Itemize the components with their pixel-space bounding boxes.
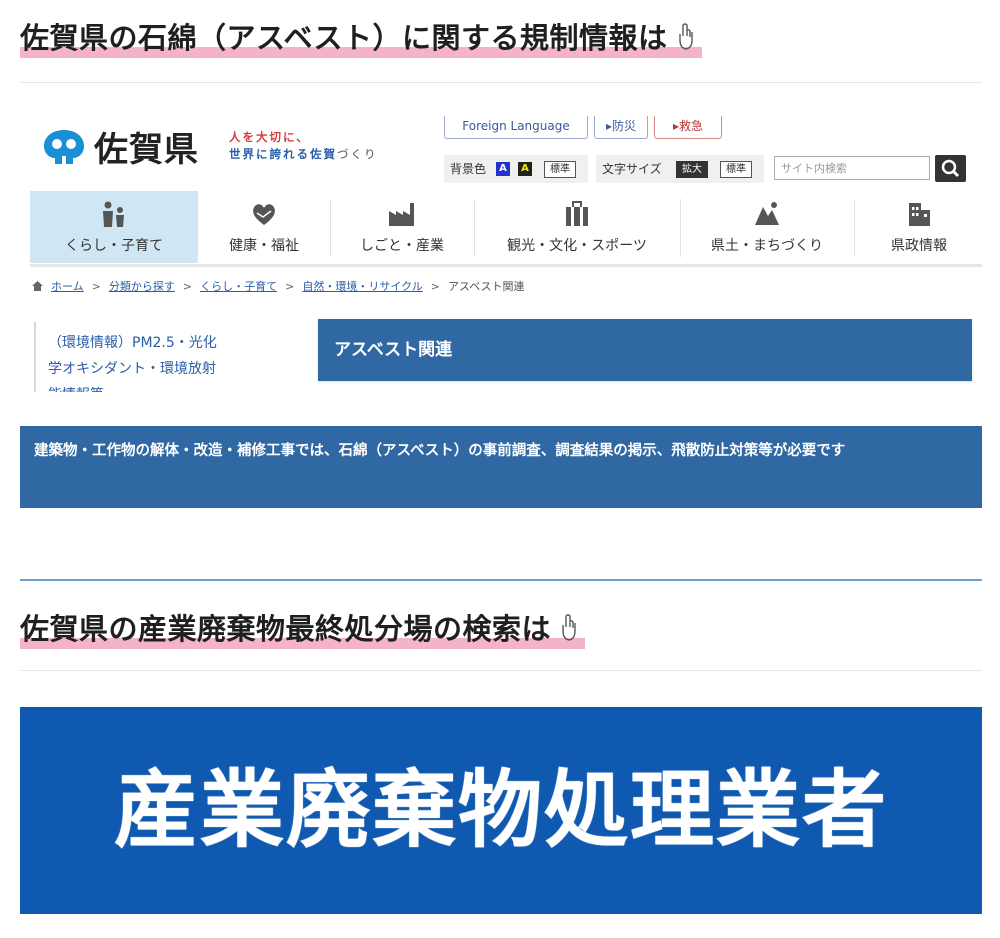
pointing-finger-icon [562,614,576,641]
search-button[interactable] [935,155,966,182]
pointing-finger-icon [678,23,693,50]
asbestos-notice[interactable]: 建築物・工作物の解体・改造・補修工事では、石綿（アスベスト）の事前調査、調査結果… [20,426,982,508]
emergency-link[interactable]: ▸救急 [654,116,722,139]
font-size-label: 文字サイズ [602,162,662,176]
nav-label: くらし・子育て [65,238,163,254]
breadcrumb-living[interactable]: くらし・子育て [200,280,277,293]
building-icon [909,203,930,226]
bg-color-blue-button[interactable]: A [496,162,510,176]
site-logo-text[interactable]: 佐賀県 [94,122,199,171]
asbestos-panel-title: アスベスト関連 [318,319,972,381]
disaster-prevention-link[interactable]: ▸防災 [594,116,648,139]
foreign-language-link[interactable]: Foreign Language [444,116,588,139]
nav-label: 県土・まちづくり [711,238,823,254]
bg-color-label: 背景色 [450,162,487,176]
family-icon [103,201,124,227]
section-divider [20,82,982,83]
sidebar-border [34,322,36,392]
nav-item-tourism[interactable]: 観光・文化・スポーツ [476,191,678,263]
section-divider-blue [20,579,982,581]
saga-logo-icon[interactable] [42,128,86,166]
section-heading-asbestos: 佐賀県の石綿（アスベスト）に関する規制情報は [20,18,702,58]
main-navigation: くらし・子育て 健康・福祉 しごと・産業 観光・文化・スポーツ 県土・まちづくり… [30,191,982,263]
nav-item-living[interactable]: くらし・子育て [30,191,198,263]
breadcrumb-environment[interactable]: 自然・環境・リサイクル [302,280,422,293]
breadcrumb-home[interactable]: ホーム [51,280,84,293]
slogan-line-2-post: づくり [337,147,378,161]
nav-label: 健康・福祉 [229,238,299,254]
nav-label: しごと・産業 [360,238,444,254]
site-slogan: 人を大切に、 世界に誇れる佐賀づくり [229,129,378,163]
nav-label: 県政情報 [891,238,947,254]
slogan-line-1: 人を大切に、 [229,130,310,144]
heading-text: 佐賀県の産業廃棄物最終処分場の検索は [20,612,552,646]
nav-item-work[interactable]: しごと・産業 [332,191,472,263]
nav-item-government[interactable]: 県政情報 [856,191,982,263]
heading-text: 佐賀県の石綿（アスベスト）に関する規制情報は [20,21,668,55]
bg-color-standard-button[interactable]: 標準 [544,161,576,178]
landscape-icon [755,202,779,225]
breadcrumb-category[interactable]: 分類から探す [109,280,175,293]
breadcrumb-current: アスベスト関連 [448,280,525,293]
industrial-waste-banner[interactable]: 産業廃棄物処理業者 [20,707,982,914]
slogan-line-2-pre: 世界に誇れる [229,147,310,161]
sidebar-link-environment-info[interactable]: （環境情報）PM2.5・光化学オキシダント・環境放射能情報等 [48,330,228,392]
home-icon [32,281,43,291]
nav-bottom-border [30,264,982,267]
factory-icon [389,203,414,226]
search-icon [941,159,960,178]
site-search-input[interactable]: サイト内検索 [774,156,930,180]
nav-item-health[interactable]: 健康・福祉 [200,191,328,263]
bg-color-black-button[interactable]: A [518,162,532,176]
slogan-brand: 佐賀 [310,147,337,161]
breadcrumb: ホーム > 分類から探す > くらし・子育て > 自然・環境・リサイクル > アスベスト関連 [32,278,524,294]
section-divider [20,670,982,671]
font-size-enlarge-button[interactable]: 拡大 [676,161,708,178]
heart-hands-icon [253,204,275,225]
nav-label: 観光・文化・スポーツ [507,238,647,254]
suitcase-icon [566,201,588,226]
nav-item-land[interactable]: 県土・まちづくり [682,191,852,263]
section-heading-landfill: 佐賀県の産業廃棄物最終処分場の検索は [20,609,586,649]
font-size-standard-button[interactable]: 標準 [720,161,752,178]
